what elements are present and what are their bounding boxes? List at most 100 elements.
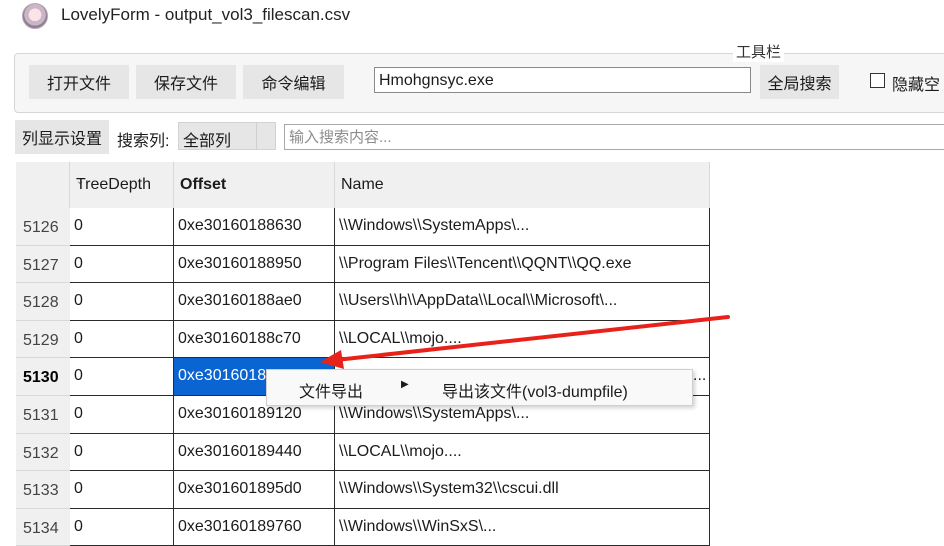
row-header[interactable]: 5132	[16, 433, 70, 472]
row-header[interactable]: 5133	[16, 471, 70, 509]
row-number: 5134	[23, 519, 59, 537]
global-search-button[interactable]: 全局搜索	[760, 65, 839, 99]
cell-value: \\Users\\h\\AppData\\Local\\Microsoft\..…	[339, 292, 618, 310]
row-number: 5128	[23, 294, 59, 312]
column-display-settings-button[interactable]: 列显示设置	[15, 120, 109, 154]
cell-name[interactable]: \\LOCAL\\mojo....	[335, 320, 710, 359]
cell-treedepth[interactable]: 0	[70, 471, 174, 509]
title-bar: LovelyForm - output_vol3_filescan.csv	[0, 0, 944, 32]
cell-offset[interactable]: 0xe30160188630	[174, 208, 335, 246]
row-header[interactable]: 5134	[16, 508, 70, 546]
app-avatar-icon	[22, 3, 48, 29]
toolbar-group-label: 工具栏	[733, 41, 785, 62]
search-column-select[interactable]: 全部列	[178, 122, 276, 150]
row-number: 5129	[23, 331, 59, 349]
cell-value: 0	[74, 480, 83, 498]
row-number: 5132	[23, 444, 59, 462]
cell-value: 0xe30160189440	[178, 442, 302, 460]
cell-name[interactable]: \\LOCAL\\mojo....	[335, 433, 710, 472]
cell-offset[interactable]: 0xe30160188ae0	[174, 283, 335, 321]
cell-treedepth[interactable]: 0	[70, 358, 174, 396]
window-title: LovelyForm - output_vol3_filescan.csv	[61, 5, 351, 24]
submenu-arrow-icon: ▶	[401, 379, 409, 390]
row-number: 5127	[23, 256, 59, 274]
cell-value: 0	[74, 329, 83, 347]
table-row[interactable]: 5126 0 0xe30160188630 \\Windows\\SystemA…	[16, 208, 710, 246]
cell-treedepth[interactable]: 0	[70, 508, 174, 546]
context-menu-item-file-export[interactable]: 文件导出	[299, 378, 363, 402]
cell-value: 0	[74, 367, 83, 385]
table-row[interactable]: 5132 0 0xe30160189440 \\LOCAL\\mojo....	[16, 433, 710, 472]
cell-offset[interactable]: 0xe30160189760	[174, 508, 335, 546]
hide-empty-checkbox[interactable]	[870, 73, 885, 88]
row-header[interactable]: 5127	[16, 245, 70, 284]
column-header-label: Offset	[180, 176, 227, 193]
table-row[interactable]: 5128 0 0xe30160188ae0 \\Users\\h\\AppDat…	[16, 283, 710, 321]
cell-value: 0	[74, 254, 83, 272]
cell-value: 0xe30160188ae0	[178, 292, 302, 310]
table-row[interactable]: 5134 0 0xe30160189760 \\Windows\\WinSxS\…	[16, 508, 710, 546]
context-submenu-item-dumpfile[interactable]: 导出该文件(vol3-dumpfile)	[442, 378, 628, 402]
cell-value: 0xe30160188630	[178, 217, 302, 234]
table-row[interactable]: 5127 0 0xe30160188950 \\Program Files\\T…	[16, 245, 710, 284]
cell-name[interactable]: \\Windows\\SystemApps\...	[335, 208, 710, 246]
filter-search-input[interactable]	[284, 124, 944, 150]
row-header[interactable]: 5128	[16, 283, 70, 321]
column-header-label: Name	[341, 176, 384, 193]
cell-offset[interactable]: 0xe30160188950	[174, 245, 335, 284]
cell-value: \\LOCAL\\mojo....	[339, 329, 462, 347]
cell-value: 0	[74, 442, 83, 460]
row-number: 5126	[23, 219, 59, 236]
select-divider	[256, 123, 257, 149]
cell-name[interactable]: \\Program Files\\Tencent\\QQNT\\QQ.exe	[335, 245, 710, 284]
cell-value: \\Program Files\\Tencent\\QQNT\\QQ.exe	[339, 254, 632, 272]
cell-value: \\Windows\\SystemApps\...	[339, 217, 530, 234]
cell-value: 0xe30160188950	[178, 254, 302, 272]
row-header[interactable]: 5130	[16, 358, 70, 396]
context-menu: 文件导出 ▶ 导出该文件(vol3-dumpfile)	[266, 369, 693, 406]
save-file-button[interactable]: 保存文件	[136, 65, 236, 99]
column-header-name[interactable]: Name	[335, 162, 710, 208]
cell-value: \\Windows\\System32\\cscui.dll	[339, 480, 559, 498]
cell-value: 0	[74, 517, 83, 535]
cell-treedepth[interactable]: 0	[70, 283, 174, 321]
global-search-input[interactable]: Hmohgnsyc.exe	[374, 67, 751, 93]
search-column-label: 搜索列:	[117, 133, 170, 150]
cell-treedepth[interactable]: 0	[70, 320, 174, 359]
column-header-label: TreeDepth	[76, 176, 151, 193]
hide-empty-label: 隐藏空	[892, 77, 941, 94]
cell-treedepth[interactable]: 0	[70, 245, 174, 284]
cell-value: 0xe3016018	[178, 367, 267, 385]
row-number: 5130	[23, 369, 59, 387]
cell-value: 0xe30160188c70	[178, 329, 301, 347]
cell-offset[interactable]: 0xe30160188c70	[174, 320, 335, 359]
cell-treedepth[interactable]: 0	[70, 208, 174, 246]
cell-value: 0xe301601895d0	[178, 480, 302, 498]
open-file-button[interactable]: 打开文件	[29, 65, 129, 99]
cell-treedepth[interactable]: 0	[70, 433, 174, 472]
cell-value: \\Windows\\SystemApps\...	[339, 405, 530, 422]
cell-value: 0xe30160189120	[178, 405, 302, 422]
row-number: 5133	[23, 482, 59, 500]
cell-offset[interactable]: 0xe301601895d0	[174, 471, 335, 509]
cell-treedepth[interactable]: 0	[70, 396, 174, 434]
row-header[interactable]: 5126	[16, 208, 70, 246]
cell-value: 0xe30160189760	[178, 517, 302, 535]
column-header-offset[interactable]: Offset	[174, 162, 335, 208]
cell-offset[interactable]: 0xe30160189440	[174, 433, 335, 472]
column-header-treedepth[interactable]: ⌄ TreeDepth	[70, 162, 174, 208]
row-number: 5131	[23, 407, 59, 424]
row-header[interactable]: 5129	[16, 320, 70, 359]
table-row[interactable]: 5133 0 0xe301601895d0 \\Windows\\System3…	[16, 471, 710, 509]
table-row[interactable]: 5129 0 0xe30160188c70 \\LOCAL\\mojo....	[16, 320, 710, 359]
corner-header	[16, 162, 70, 208]
cell-name[interactable]: \\Windows\\WinSxS\...	[335, 508, 710, 546]
command-edit-button[interactable]: 命令编辑	[243, 65, 344, 99]
row-header[interactable]: 5131	[16, 396, 70, 434]
cell-value: 0	[74, 217, 83, 234]
cell-name[interactable]: \\Windows\\System32\\cscui.dll	[335, 471, 710, 509]
cell-value: 0	[74, 292, 83, 310]
cell-name[interactable]: \\Users\\h\\AppData\\Local\\Microsoft\..…	[335, 283, 710, 321]
cell-value: 0	[74, 405, 83, 422]
search-column-value: 全部列	[183, 133, 232, 150]
